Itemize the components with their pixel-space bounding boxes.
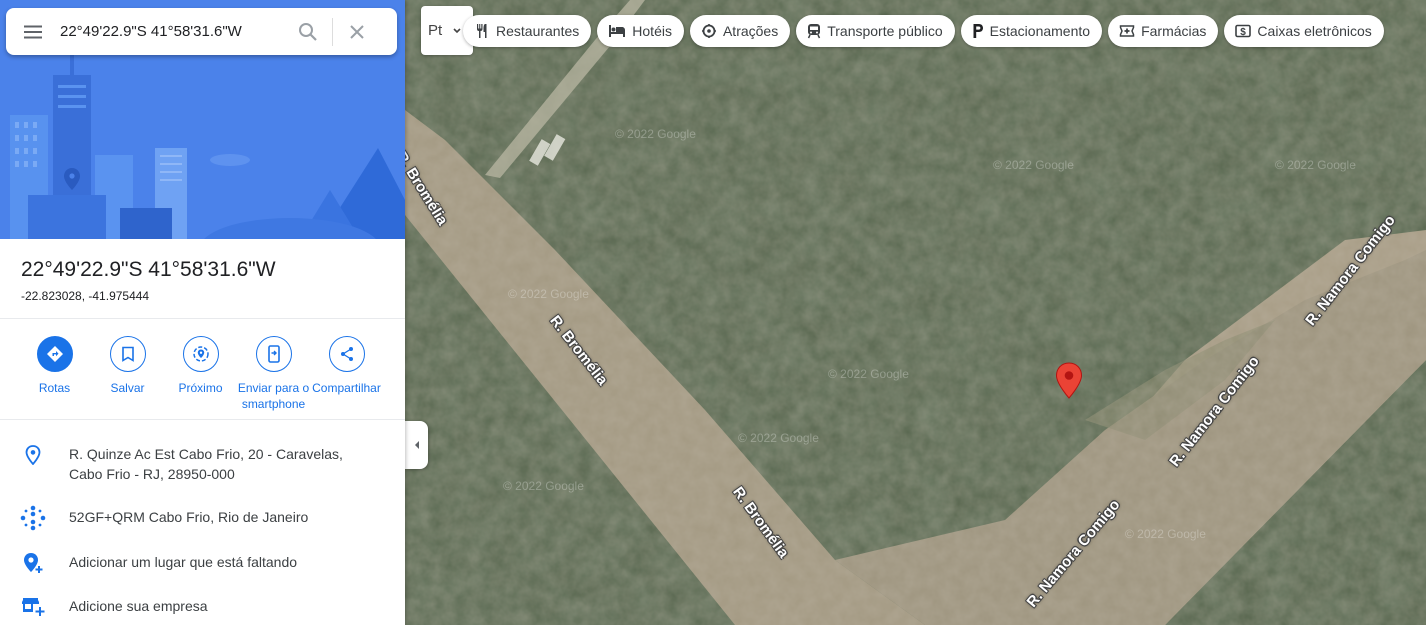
place-info-list: R. Quinze Ac Est Cabo Frio, 20 - Caravel… <box>0 420 405 625</box>
attractions-icon <box>701 23 717 39</box>
nearby-button[interactable]: Próximo <box>164 336 237 419</box>
hotel-icon <box>608 24 626 38</box>
plus-code-row[interactable]: 52GF+QRM Cabo Frio, Rio de Janeiro <box>0 492 405 539</box>
plus-code-text: 52GF+QRM Cabo Frio, Rio de Janeiro <box>69 509 309 525</box>
add-place-text: Adicionar um lugar que está faltando <box>69 554 298 570</box>
location-pin-icon <box>20 445 46 465</box>
share-button[interactable]: Compartilhar <box>310 336 383 419</box>
map-watermark: © 2022 Google <box>1275 158 1356 172</box>
page-title: 22°49'22.9"S 41°58'31.6"W <box>21 258 276 281</box>
clear-button[interactable] <box>337 8 377 55</box>
chevron-down-icon <box>453 27 461 33</box>
chip-pharmacy[interactable]: Farmácias <box>1108 15 1219 47</box>
chip-hotels[interactable]: Hotéis <box>597 15 684 47</box>
category-chips: Restaurantes Hotéis Atrações Transporte … <box>463 15 1390 47</box>
map-watermark: © 2022 Google <box>993 158 1074 172</box>
search-divider <box>332 17 333 46</box>
menu-button[interactable] <box>6 8 60 55</box>
chip-attractions[interactable]: Atrações <box>689 15 791 47</box>
map-watermark: © 2022 Google <box>503 479 584 493</box>
add-place-row[interactable]: Adicionar um lugar que está faltando <box>0 539 405 582</box>
address-text: R. Quinze Ac Est Cabo Frio, 20 - Caravel… <box>69 446 343 482</box>
map-watermark: © 2022 Google <box>1125 527 1206 541</box>
satellite-map[interactable]: © 2022 Google © 2022 Google © 2022 Googl… <box>405 0 1426 625</box>
caret-left-icon <box>414 441 419 449</box>
search-box <box>6 8 397 55</box>
map-watermark: © 2022 Google <box>615 127 696 141</box>
transit-icon <box>807 23 821 39</box>
close-icon <box>350 24 364 39</box>
share-icon <box>328 336 365 372</box>
decimal-coordinates: -22.823028, -41.975444 <box>21 289 150 303</box>
add-business-row[interactable]: Adicione sua empresa <box>0 582 405 625</box>
place-header: 22°49'22.9"S 41°58'31.6"W -22.823028, -4… <box>0 239 405 319</box>
action-buttons: Rotas Salvar Próximo Enviar para o smart… <box>0 319 405 420</box>
location-marker-icon[interactable] <box>1055 362 1083 405</box>
send-to-phone-button[interactable]: Enviar para o smartphone <box>237 336 310 419</box>
place-sidebar: 22°49'22.9"S 41°58'31.6"W -22.823028, -4… <box>0 0 405 625</box>
parking-icon <box>972 23 984 39</box>
map-watermark: © 2022 Google <box>738 431 819 445</box>
hamburger-menu-icon <box>24 25 42 38</box>
directions-button[interactable]: Rotas <box>18 336 91 419</box>
restaurant-icon <box>474 23 490 39</box>
chip-parking[interactable]: Estacionamento <box>960 15 1103 47</box>
chip-restaurants[interactable]: Restaurantes <box>463 15 592 47</box>
atm-icon: $ <box>1235 24 1252 38</box>
add-business-icon <box>20 595 46 617</box>
send-to-phone-icon <box>255 336 292 372</box>
address-row[interactable]: R. Quinze Ac Est Cabo Frio, 20 - Caravel… <box>0 432 405 492</box>
search-button[interactable] <box>288 8 328 55</box>
save-button[interactable]: Salvar <box>91 336 164 419</box>
layer-label: Pt <box>428 22 443 39</box>
add-business-text: Adicione sua empresa <box>69 598 208 614</box>
svg-text:$: $ <box>1241 27 1247 38</box>
nearby-icon <box>182 336 219 372</box>
map-watermark: © 2022 Google <box>828 367 909 381</box>
maps-app: © 2022 Google © 2022 Google © 2022 Googl… <box>0 0 1426 625</box>
search-input[interactable] <box>60 16 288 47</box>
directions-icon <box>36 336 73 372</box>
collapse-sidebar-button[interactable] <box>405 421 428 469</box>
pharmacy-icon <box>1119 23 1135 39</box>
search-icon <box>299 22 317 41</box>
chip-atm[interactable]: $ Caixas eletrônicos <box>1224 15 1384 47</box>
add-place-icon <box>20 552 46 574</box>
map-watermark: © 2022 Google <box>508 287 589 301</box>
bookmark-icon <box>109 336 146 372</box>
chip-transit[interactable]: Transporte público <box>796 15 955 47</box>
plus-code-icon <box>20 505 46 531</box>
